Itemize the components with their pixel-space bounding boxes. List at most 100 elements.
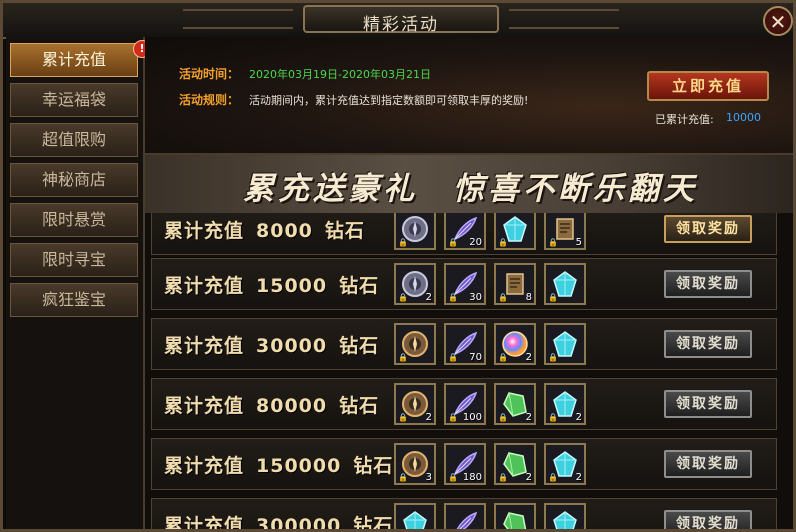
bound-lock-icon: 🔒 [498, 413, 508, 422]
bound-lock-icon: 🔒 [498, 353, 508, 362]
reward-item-slot[interactable]: 🔒 [394, 323, 436, 365]
reward-item-slot[interactable]: 🔒 2 [544, 443, 586, 485]
reward-row: 累计充值 15000 钻石 🔒 2 🔒 30 🔒 8 🔒 领取奖励 [151, 258, 777, 310]
title-plate: 精彩活动 [303, 5, 499, 35]
claim-reward-button[interactable]: 领取奖励 [664, 330, 752, 358]
reward-tier-unit: 钻石 [339, 395, 380, 417]
reward-item-slot[interactable]: 🔒 180 [444, 443, 486, 485]
reward-tier-amount: 15000 [256, 275, 328, 297]
reward-tier-prefix: 累计充值 [164, 395, 245, 417]
reward-row: 累计充值 8000 钻石 🔒 🔒 20 🔒 🔒 5 领取奖励 [151, 213, 777, 255]
reward-tier-prefix: 累计充值 [164, 515, 245, 532]
bound-lock-icon: 🔒 [548, 413, 558, 422]
bound-lock-icon: 🔒 [448, 353, 458, 362]
sidebar-item-lucky-bag[interactable]: 幸运福袋 [10, 83, 138, 117]
bound-lock-icon: 🔒 [398, 353, 408, 362]
bound-lock-icon: 🔒 [398, 238, 408, 247]
bound-lock-icon: 🔒 [398, 413, 408, 422]
reward-item-slot[interactable]: 🔒 2 [494, 323, 536, 365]
reward-item-slot[interactable]: 🔒 20 [444, 213, 486, 250]
event-info-panel: 活动时间： 2020年03月19日-2020年03月21日 活动规则： 活动期间… [145, 37, 793, 155]
reward-tier-amount: 300000 [256, 515, 342, 532]
reward-tier-prefix: 累计充值 [164, 275, 245, 297]
reward-item-slot[interactable]: 🔒 3 [394, 443, 436, 485]
reward-item-slot[interactable]: 🔒 5 [544, 213, 586, 250]
reward-item-count: 5 [575, 237, 582, 248]
reward-row: 累计充值300000钻石🔒🔒🔒🔒领取奖励 [151, 498, 777, 532]
reward-item-slot[interactable]: 🔒 2 [394, 263, 436, 305]
reward-item-slot[interactable]: 🔒 2 [544, 383, 586, 425]
reward-item-slot[interactable]: 🔒 100 [444, 383, 486, 425]
reward-item-count: 2 [575, 472, 582, 483]
reward-item-count: 100 [462, 412, 482, 423]
reward-tier-unit: 钻石 [339, 335, 380, 357]
reward-item-count: 2 [525, 472, 532, 483]
reward-item-slot[interactable]: 🔒 [494, 213, 536, 250]
bound-lock-icon: 🔒 [548, 353, 558, 362]
bound-lock-icon: 🔒 [448, 413, 458, 422]
bound-lock-icon: 🔒 [398, 293, 408, 302]
claim-reward-button[interactable]: 领取奖励 [664, 450, 752, 478]
bound-lock-icon: 🔒 [448, 293, 458, 302]
sidebar-item-label: 神秘商店 [41, 170, 106, 189]
event-rule-value: 活动期间内，累计充值达到指定数额即可领取丰厚的奖励! [249, 94, 529, 107]
close-button[interactable]: ✕ [763, 6, 793, 36]
reward-row: 累计充值 80000 钻石 🔒 2 🔒 100 🔒 2 🔒 2 领取奖励 [151, 378, 777, 430]
sidebar-item-label: 限时寻宝 [41, 250, 106, 269]
reward-item-count: 2 [575, 412, 582, 423]
reward-tier-unit: 钻石 [353, 455, 394, 477]
event-time-label: 活动时间： [179, 67, 240, 81]
claim-reward-button[interactable]: 领取奖励 [664, 390, 752, 418]
reward-row: 累计充值 150000 钻石 🔒 3 🔒 180 🔒 2 🔒 2 领取奖励 [151, 438, 777, 490]
claim-reward-button[interactable]: 领取奖励 [664, 215, 752, 243]
sidebar-item-cumulative-recharge[interactable]: 累计充值 ! [10, 40, 151, 77]
reward-item-slot[interactable]: 🔒 30 [444, 263, 486, 305]
title-ornament-right [509, 9, 619, 29]
sidebar-item-limited-purchase[interactable]: 超值限购 [10, 123, 138, 157]
reward-item-slot[interactable]: 🔒 [494, 503, 536, 529]
bound-lock-icon: 🔒 [548, 238, 558, 247]
reward-item-slot[interactable]: 🔒 2 [494, 443, 536, 485]
sidebar-item-treasure-hunt[interactable]: 限时寻宝 [10, 243, 138, 277]
reward-item-count: 2 [425, 292, 432, 303]
sidebar: 累计充值 ! 幸运福袋 超值限购 神秘商店 限时悬赏 限时寻宝 疯狂鉴宝 [6, 37, 151, 529]
reward-item-slot[interactable]: 🔒 2 [494, 383, 536, 425]
sidebar-item-mystery-shop[interactable]: 神秘商店 [10, 163, 138, 197]
bound-lock-icon: 🔒 [548, 293, 558, 302]
reward-item-slot[interactable]: 🔒 [544, 503, 586, 529]
claim-reward-button[interactable]: 领取奖励 [664, 510, 752, 529]
reward-item-slot[interactable]: 🔒 [444, 503, 486, 529]
sidebar-item-label: 限时悬赏 [41, 210, 106, 229]
close-icon: ✕ [769, 10, 787, 34]
reward-item-count: 3 [425, 472, 432, 483]
sidebar-item-appraisal[interactable]: 疯狂鉴宝 [10, 283, 138, 317]
recharge-now-button[interactable]: 立即充值 [647, 71, 769, 101]
reward-item-slot[interactable]: 🔒 [544, 263, 586, 305]
reward-tier-prefix: 累计充值 [164, 335, 245, 357]
promo-banner: 累充送豪礼 惊喜不断乐翻天 [145, 155, 793, 213]
reward-tier-unit: 钻石 [324, 220, 365, 242]
reward-tier-label: 累计充值 30000 钻石 [164, 331, 379, 358]
reward-item-slot[interactable]: 🔒 8 [494, 263, 536, 305]
reward-item-count: 180 [462, 472, 482, 483]
reward-tier-label: 累计充值 300000 钻石 [164, 511, 393, 532]
sidebar-item-bounty[interactable]: 限时悬赏 [10, 203, 138, 237]
reward-list[interactable]: 累计充值 8000 钻石 🔒 🔒 20 🔒 🔒 5 领取奖励 累计充值 15000 钻石 🔒 2 🔒 30 🔒 8 🔒… [145, 213, 793, 532]
reward-item-slot[interactable]: 🔒 70 [444, 323, 486, 365]
window-title: 精彩活动 [363, 15, 439, 35]
title-ornament-left [183, 9, 293, 29]
reward-item-slot[interactable]: 🔒 [544, 323, 586, 365]
reward-tier-prefix: 累计充值 [164, 220, 245, 242]
sidebar-item-label: 超值限购 [41, 130, 106, 149]
claim-reward-button[interactable]: 领取奖励 [664, 270, 752, 298]
reward-item-slot[interactable]: 🔒 [394, 503, 436, 529]
sidebar-item-label: 幸运福袋 [41, 90, 106, 109]
reward-item-slot[interactable]: 🔒 [394, 213, 436, 250]
reward-item-slot[interactable]: 🔒 2 [394, 383, 436, 425]
reward-tier-label: 累计充值 8000 钻石 [164, 216, 365, 243]
bound-lock-icon: 🔒 [448, 238, 458, 247]
reward-tier-amount: 150000 [256, 455, 342, 477]
bound-lock-icon: 🔒 [448, 473, 458, 482]
sidebar-item-label: 累计充值 [41, 50, 106, 69]
reward-tier-amount: 80000 [256, 395, 328, 417]
